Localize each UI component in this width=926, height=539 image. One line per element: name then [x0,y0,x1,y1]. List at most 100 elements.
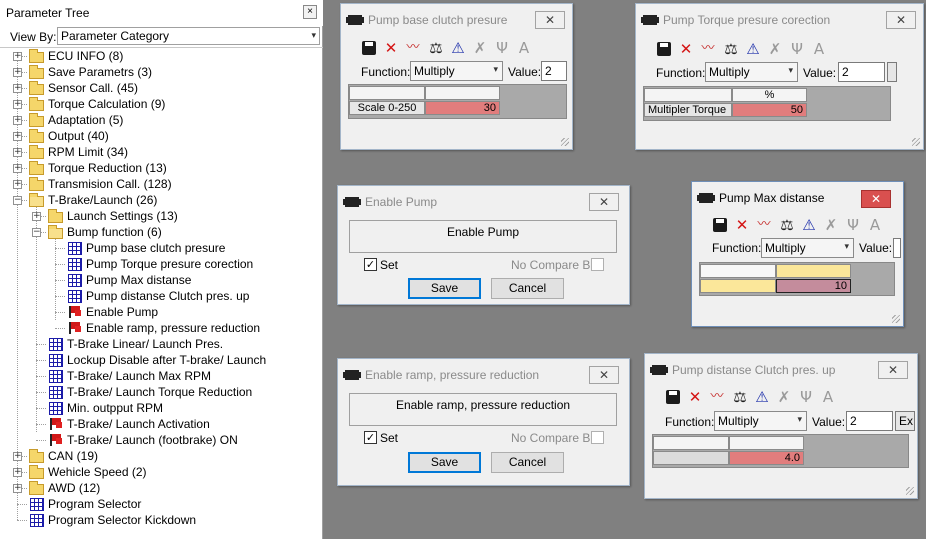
cross-icon[interactable]: ✕ [381,37,401,59]
set-checkbox[interactable]: ✓ [364,258,377,271]
close-button[interactable]: ✕ [878,361,908,379]
set-checkbox[interactable]: ✓ [364,431,377,444]
tree-view[interactable]: + ECU INFO (8) + Save Parametrs (3) + Sensor … [0,48,323,539]
scale-icon[interactable]: ⚖ [721,38,741,60]
expand-icon[interactable]: + [13,164,22,173]
collapse-icon[interactable]: − [13,196,22,205]
warning-icon[interactable]: ⚠ [448,37,468,59]
tree-item[interactable]: + Torque Reduction (13) [0,160,323,176]
window-title-bar[interactable]: Enable Pump ✕ [338,186,629,216]
view-by-select[interactable]: Parameter Category ▾ [57,27,320,45]
branch-icon[interactable]: Ψ [492,37,512,59]
map-value-cell[interactable]: 10 [776,279,851,293]
branch-icon[interactable]: Ψ [796,386,816,408]
font-icon[interactable]: A [514,37,534,59]
value-input[interactable]: 2 [846,411,893,431]
resize-grip[interactable] [906,487,914,495]
window-title-bar[interactable]: Pump Torque presure corection ✕ [636,4,923,34]
branch-icon[interactable]: Ψ [843,214,863,236]
tree-item[interactable]: + Wehicle Speed (2) [0,464,323,480]
window-enable-pump[interactable]: Enable Pump ✕ Enable Pump ✓ Set No Compa… [337,185,630,305]
tree-item[interactable]: Program Selector [0,496,323,512]
cross-icon[interactable]: ✕ [685,386,705,408]
graph-icon[interactable]: 〰 [707,386,727,408]
tree-item[interactable]: Enable ramp, pressure reduction [0,320,323,336]
function-select[interactable]: Multiply ▾ [714,411,807,431]
tree-item[interactable]: Pump Max distanse [0,272,323,288]
wand-icon[interactable]: ✗ [470,37,490,59]
map-value-cell[interactable]: 30 [425,101,500,115]
expand-icon[interactable]: + [13,100,22,109]
tree-item[interactable]: T-Brake/ Launch Max RPM [0,368,323,384]
tree-item[interactable]: Pump distanse Clutch pres. up [0,288,323,304]
cross-icon[interactable]: ✕ [732,214,752,236]
tree-item[interactable]: Pump base clutch presure [0,240,323,256]
save-button[interactable]: Save [408,278,481,299]
close-button[interactable]: ✕ [861,190,891,208]
save-icon[interactable] [666,390,680,404]
tree-item[interactable]: + Sensor Call. (45) [0,80,323,96]
font-icon[interactable]: A [865,214,885,236]
window-title-bar[interactable]: Enable ramp, pressure reduction ✕ [338,359,629,389]
warning-icon[interactable]: ⚠ [799,214,819,236]
tree-item[interactable]: − Bump function (6) [0,224,323,240]
wand-icon[interactable]: ✗ [774,386,794,408]
tree-item[interactable]: Min. outpput RPM [0,400,323,416]
warning-icon[interactable]: ⚠ [743,38,763,60]
tree-item[interactable]: Lockup Disable after T-brake/ Launch [0,352,323,368]
font-icon[interactable]: A [809,38,829,60]
collapse-icon[interactable]: − [32,228,41,237]
wand-icon[interactable]: ✗ [821,214,841,236]
tree-item[interactable]: + AWD (12) [0,480,323,496]
resize-grip[interactable] [892,315,900,323]
window-pump-base-clutch-presure[interactable]: Pump base clutch presure ✕ ✕ 〰 ⚖ ⚠ ✗ Ψ A… [340,3,573,150]
tree-item[interactable]: Program Selector Kickdown [0,512,323,528]
window-title-bar[interactable]: Pump base clutch presure ✕ [341,4,572,34]
expand-icon[interactable]: + [13,148,22,157]
window-pump-distanse-clutch-pres-up[interactable]: Pump distanse Clutch pres. up ✕ ✕ 〰 ⚖ ⚠ … [644,353,918,499]
warning-icon[interactable]: ⚠ [752,386,772,408]
tree-item[interactable]: + CAN (19) [0,448,323,464]
window-pump-max-distanse[interactable]: Pump Max distanse ✕ ✕ 〰 ⚖ ⚠ ✗ Ψ A Functi… [691,181,904,327]
window-title-bar[interactable]: Pump distanse Clutch pres. up ✕ [645,354,917,384]
map-value-cell[interactable]: 4.0 [729,451,804,465]
close-button[interactable]: ✕ [589,193,619,211]
tree-item[interactable]: T-Brake/ Launch (footbrake) ON [0,432,323,448]
map-value-cell[interactable]: 50 [732,103,807,117]
tree-item[interactable]: + ECU INFO (8) [0,48,323,64]
tree-item[interactable]: Pump Torque presure corection [0,256,323,272]
window-enable-ramp[interactable]: Enable ramp, pressure reduction ✕ Enable… [337,358,630,486]
graph-icon[interactable]: 〰 [754,214,774,236]
value-input[interactable]: 2 [838,62,885,82]
expand-icon[interactable]: + [32,212,41,221]
cancel-button[interactable]: Cancel [491,452,564,473]
tree-item[interactable]: Enable Pump [0,304,323,320]
tree-item[interactable]: + RPM Limit (34) [0,144,323,160]
tree-item[interactable]: + Adaptation (5) [0,112,323,128]
cross-icon[interactable]: ✕ [676,38,696,60]
tree-item[interactable]: + Torque Calculation (9) [0,96,323,112]
tree-close-button[interactable]: × [303,5,317,19]
scale-icon[interactable]: ⚖ [777,214,797,236]
save-icon[interactable] [713,218,727,232]
tree-item[interactable]: + Save Parametrs (3) [0,64,323,80]
window-pump-torque-presure-corection[interactable]: Pump Torque presure corection ✕ ✕ 〰 ⚖ ⚠ … [635,3,924,150]
function-select[interactable]: Multiply ▾ [761,238,854,258]
value-input[interactable] [893,238,901,258]
save-button[interactable]: Save [408,452,481,473]
extra-button[interactable]: Ex [895,411,915,431]
expand-icon[interactable]: + [13,468,22,477]
expand-icon[interactable]: + [13,116,22,125]
expand-icon[interactable]: + [13,484,22,493]
tree-item[interactable]: T-Brake/ Launch Activation [0,416,323,432]
save-icon[interactable] [362,41,376,55]
expand-icon[interactable]: + [13,68,22,77]
compare-bin-checkbox[interactable] [591,431,604,444]
tree-item[interactable]: + Output (40) [0,128,323,144]
compare-bin-checkbox[interactable] [591,258,604,271]
branch-icon[interactable]: Ψ [787,38,807,60]
resize-grip[interactable] [912,138,920,146]
value-input[interactable]: 2 [541,61,567,81]
expand-icon[interactable]: + [13,84,22,93]
graph-icon[interactable]: 〰 [698,38,718,60]
